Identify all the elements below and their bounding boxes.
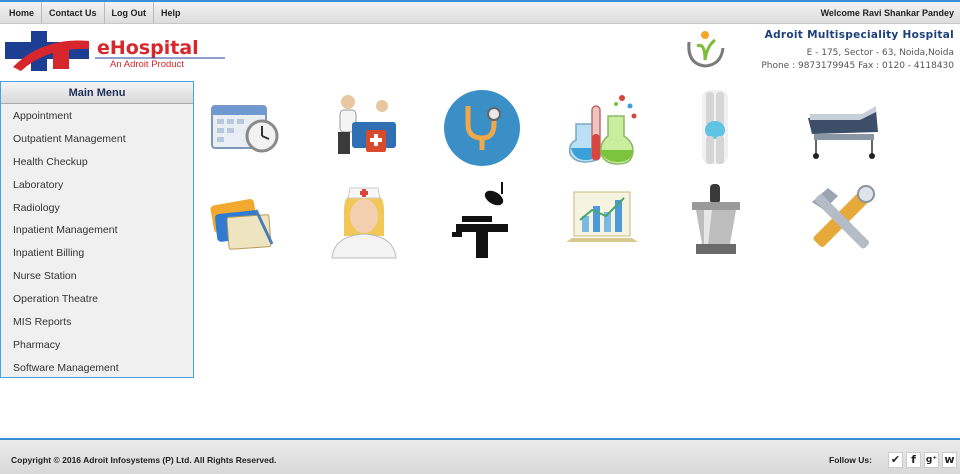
xray-knee-icon[interactable] — [676, 88, 756, 168]
ehospital-logo[interactable]: eHospital An Adroit Product — [3, 27, 233, 73]
doctor-desk-icon[interactable] — [324, 88, 404, 168]
hospital-logo — [687, 31, 725, 68]
follow-us-label: Follow Us: — [829, 455, 872, 465]
tools-icon[interactable] — [802, 180, 882, 260]
footer: Copyright © 2016 Adroit Infosystems (P) … — [0, 438, 960, 474]
nav-help[interactable]: Help — [154, 2, 188, 24]
module-grid — [200, 88, 900, 268]
billing-cards-icon[interactable] — [206, 186, 286, 266]
menu-item-health-checkup[interactable]: Health Checkup — [1, 150, 193, 173]
menu-item-outpatient-management[interactable]: Outpatient Management — [1, 127, 193, 150]
welcome-text: Welcome Ravi Shankar Pandey — [820, 8, 954, 18]
nav-home[interactable]: Home — [2, 2, 43, 24]
menu-item-nurse-station[interactable]: Nurse Station — [1, 264, 193, 287]
operation-table-icon[interactable] — [442, 180, 522, 260]
main-menu-title: Main Menu — [1, 82, 193, 104]
menu-item-appointment[interactable]: Appointment — [1, 104, 193, 127]
menu-item-radiology[interactable]: Radiology — [1, 196, 193, 219]
stethoscope-icon[interactable] — [442, 88, 522, 168]
hospital-bed-icon[interactable] — [802, 88, 882, 168]
address-line: E - 175, Sector - 63, Noida,Noida — [806, 48, 954, 58]
report-chart-icon[interactable] — [562, 180, 642, 260]
twitter-icon[interactable]: ✔ — [888, 452, 903, 468]
nurse-icon[interactable] — [324, 180, 404, 260]
copyright-text: Copyright © 2016 Adroit Infosystems (P) … — [11, 455, 277, 465]
main-menu: Main Menu Appointment Outpatient Managem… — [0, 81, 194, 378]
w-icon[interactable]: w — [942, 452, 957, 468]
top-bar: Home Contact Us Log Out Help Welcome Rav… — [0, 0, 960, 24]
contact-line: Phone : 9873179945 Fax : 0120 - 4118430 — [761, 61, 954, 71]
menu-item-mis-reports[interactable]: MIS Reports — [1, 310, 193, 333]
menu-item-software-management[interactable]: Software Management — [1, 356, 193, 379]
calendar-clock-icon[interactable] — [206, 88, 286, 168]
facebook-icon[interactable]: f — [906, 452, 921, 468]
menu-item-pharmacy[interactable]: Pharmacy — [1, 333, 193, 356]
menu-item-operation-theatre[interactable]: Operation Theatre — [1, 287, 193, 310]
lab-flasks-icon[interactable] — [562, 88, 642, 168]
logo-tagline: An Adroit Product — [110, 59, 184, 70]
menu-item-laboratory[interactable]: Laboratory — [1, 173, 193, 196]
nav-log-out[interactable]: Log Out — [105, 2, 155, 24]
menu-item-inpatient-billing[interactable]: Inpatient Billing — [1, 241, 193, 264]
logo-text: eHospital — [97, 37, 199, 59]
googleplus-icon[interactable]: g⁺ — [924, 452, 939, 468]
hospital-address: E - 175, Sector - 63, Noida,Noida Phone … — [761, 47, 954, 73]
hospital-name: Adroit Multispeciality Hospital — [764, 29, 954, 41]
mortar-pestle-icon[interactable] — [676, 180, 756, 260]
header: eHospital An Adroit Product Adroit Multi… — [0, 24, 960, 74]
top-nav: Home Contact Us Log Out Help — [2, 2, 188, 24]
menu-item-inpatient-management[interactable]: Inpatient Management — [1, 218, 193, 241]
nav-contact-us[interactable]: Contact Us — [42, 2, 105, 24]
